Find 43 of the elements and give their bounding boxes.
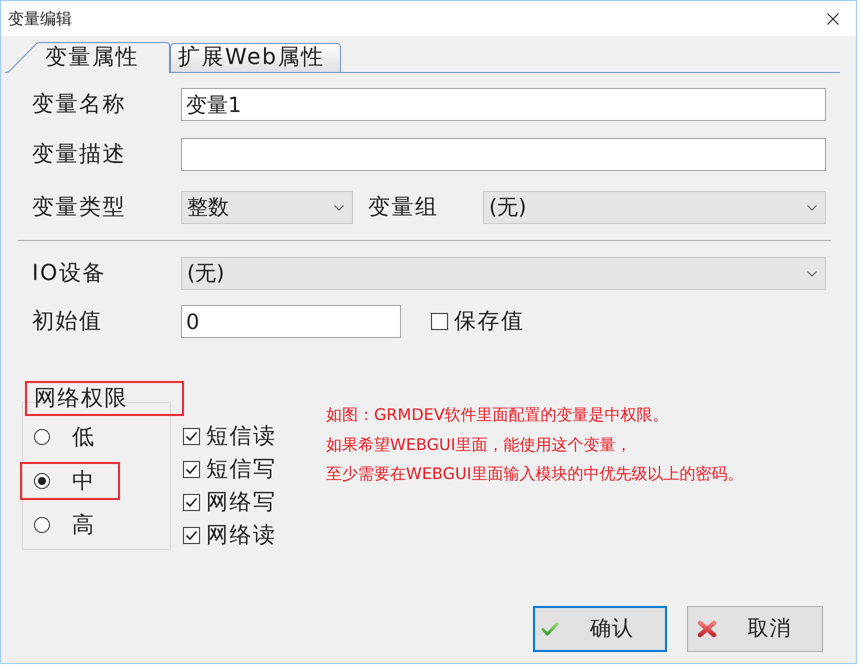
chevron-down-icon bbox=[807, 270, 817, 276]
dropdown[interactable]: 整数 bbox=[181, 191, 353, 224]
text-input[interactable]: 变量1 bbox=[181, 88, 826, 121]
radio-option[interactable]: 中 bbox=[20, 462, 120, 500]
checkbox[interactable] bbox=[431, 313, 448, 330]
checkbox-label: 网络读 bbox=[206, 522, 276, 548]
field-label: 变量组 bbox=[368, 194, 440, 220]
cancel-button[interactable]: 取消 bbox=[687, 606, 823, 652]
annotation-text: 如图：GRMDEV软件里面配置的变量是中权限。 bbox=[326, 404, 670, 426]
text-input[interactable]: 0 bbox=[181, 305, 401, 338]
chevron-down-icon bbox=[807, 204, 817, 210]
annotation-text: 如果希望WEBGUI里面，能使用这个变量， bbox=[326, 434, 632, 456]
annotation-text: 至少需要在WEBGUI里面输入模块的中优先级以上的密码。 bbox=[326, 463, 744, 485]
radio-button[interactable] bbox=[34, 517, 50, 533]
checkbox-label: 短信写 bbox=[206, 456, 276, 482]
cross-icon bbox=[697, 620, 717, 638]
field-label: 变量描述 bbox=[32, 142, 127, 168]
group-title: 网络权限 bbox=[25, 381, 184, 416]
field-label: 初始值 bbox=[32, 308, 104, 334]
dropdown[interactable]: (无) bbox=[181, 257, 826, 290]
checkbox[interactable] bbox=[183, 461, 200, 478]
confirm-button[interactable]: 确认 bbox=[533, 606, 667, 652]
text-input[interactable] bbox=[181, 138, 826, 171]
close-icon bbox=[827, 12, 839, 24]
radio-button[interactable] bbox=[34, 473, 50, 489]
checkbox-label: 短信读 bbox=[206, 424, 276, 450]
field-label: IO设备 bbox=[32, 260, 107, 286]
tab[interactable]: 变量属性 bbox=[5, 42, 170, 73]
radio-button[interactable] bbox=[34, 429, 50, 445]
dropdown[interactable]: (无) bbox=[483, 191, 826, 224]
field-label: 变量名称 bbox=[32, 92, 127, 118]
chevron-down-icon bbox=[334, 204, 344, 210]
radio-option[interactable]: 低 bbox=[20, 418, 120, 456]
window-title: 变量编辑 bbox=[8, 8, 72, 28]
tab[interactable]: 扩展Web属性 bbox=[170, 43, 341, 73]
checkbox[interactable] bbox=[183, 428, 200, 445]
radio-option[interactable]: 高 bbox=[20, 506, 120, 544]
field-label: 变量类型 bbox=[32, 194, 127, 220]
checkbox-label: 网络写 bbox=[206, 490, 276, 516]
checkbox-label: 保存值 bbox=[454, 308, 524, 334]
check-icon bbox=[541, 621, 559, 637]
checkbox[interactable] bbox=[183, 494, 200, 511]
checkbox[interactable] bbox=[183, 527, 200, 544]
